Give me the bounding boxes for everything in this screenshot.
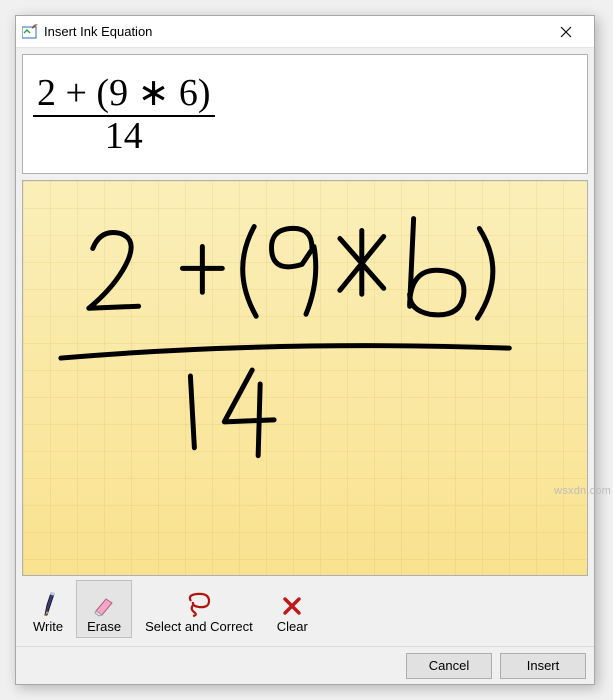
insert-button[interactable]: Insert: [500, 653, 586, 679]
close-icon: [560, 26, 572, 38]
cancel-button[interactable]: Cancel: [406, 653, 492, 679]
erase-tool-label: Erase: [87, 619, 121, 634]
dialog-footer: Cancel Insert: [16, 646, 594, 684]
equation-numerator: 2 + (9 ∗ 6): [33, 74, 215, 112]
equation-preview: 2 + (9 ∗ 6) 14: [22, 54, 588, 174]
clear-icon: [281, 587, 303, 617]
close-button[interactable]: [544, 17, 588, 47]
titlebar: Insert Ink Equation: [16, 16, 594, 48]
handwriting-ink: [23, 181, 587, 575]
write-tool-button[interactable]: Write: [22, 580, 74, 638]
equation-denominator: 14: [33, 115, 215, 155]
lasso-icon: [185, 587, 213, 617]
app-icon: [22, 24, 38, 40]
window-title: Insert Ink Equation: [44, 24, 544, 39]
pen-icon: [37, 587, 59, 617]
dialog-window: Insert Ink Equation 2 + (9 ∗ 6) 14: [15, 15, 595, 685]
select-correct-tool-button[interactable]: Select and Correct: [134, 580, 264, 638]
ink-canvas[interactable]: [22, 180, 588, 576]
recognized-equation: 2 + (9 ∗ 6) 14: [33, 74, 215, 155]
watermark-text: wsxdn.com: [554, 485, 611, 497]
toolbar: Write Erase Select and: [22, 576, 588, 640]
clear-tool-button[interactable]: Clear: [266, 580, 319, 638]
client-area: 2 + (9 ∗ 6) 14: [16, 48, 594, 646]
clear-tool-label: Clear: [277, 619, 308, 634]
write-tool-label: Write: [33, 619, 63, 634]
erase-tool-button[interactable]: Erase: [76, 580, 132, 638]
eraser-icon: [92, 587, 116, 617]
select-correct-tool-label: Select and Correct: [145, 619, 253, 634]
